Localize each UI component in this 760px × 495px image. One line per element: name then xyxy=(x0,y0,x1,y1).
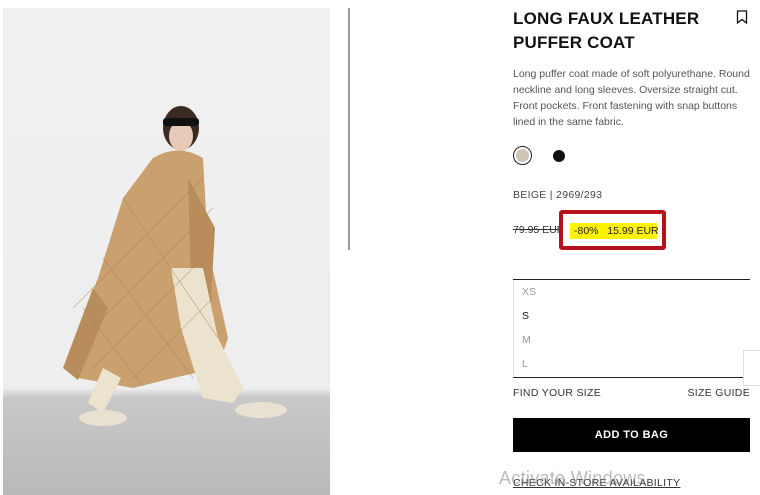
size-option-l[interactable]: L xyxy=(522,358,528,370)
sale-price: 15.99 EUR xyxy=(607,225,659,237)
size-option-xs[interactable]: XS xyxy=(522,286,536,298)
color-swatch-black[interactable] xyxy=(553,150,565,162)
product-title-line2: PUFFER COAT xyxy=(513,33,635,52)
original-price: 79.95 EUR xyxy=(513,224,565,236)
color-swatch-beige-fill xyxy=(516,149,529,162)
product-title-line1: LONG FAUX LEATHER xyxy=(513,9,700,28)
color-reference: BEIGE | 2969/293 xyxy=(513,189,603,201)
size-option-s[interactable]: S xyxy=(522,310,529,322)
find-your-size-link[interactable]: FIND YOUR SIZE xyxy=(513,387,601,399)
image-scrollbar[interactable] xyxy=(348,8,350,250)
product-description: Long puffer coat made of soft polyuretha… xyxy=(513,68,750,128)
sale-highlight: -80% 15.99 EUR xyxy=(559,210,666,250)
model-illustration xyxy=(63,106,287,426)
size-option-m[interactable]: M xyxy=(522,334,531,346)
size-list: XS S M L xyxy=(513,280,750,376)
color-swatch-beige[interactable] xyxy=(513,146,532,165)
discount-percent: -80% xyxy=(574,225,599,237)
add-to-bag-button[interactable]: ADD TO BAG xyxy=(513,418,750,452)
side-tab[interactable] xyxy=(743,350,760,386)
product-image[interactable] xyxy=(3,8,330,495)
size-list-bottom-border xyxy=(513,377,750,378)
product-title: LONG FAUX LEATHER PUFFER COAT xyxy=(513,7,713,55)
sale-price-label: -80% 15.99 EUR xyxy=(570,223,659,239)
activate-windows-watermark: Activate Windows xyxy=(499,468,646,488)
bookmark-icon[interactable] xyxy=(736,10,748,24)
size-guide-link[interactable]: SIZE GUIDE xyxy=(687,387,750,399)
